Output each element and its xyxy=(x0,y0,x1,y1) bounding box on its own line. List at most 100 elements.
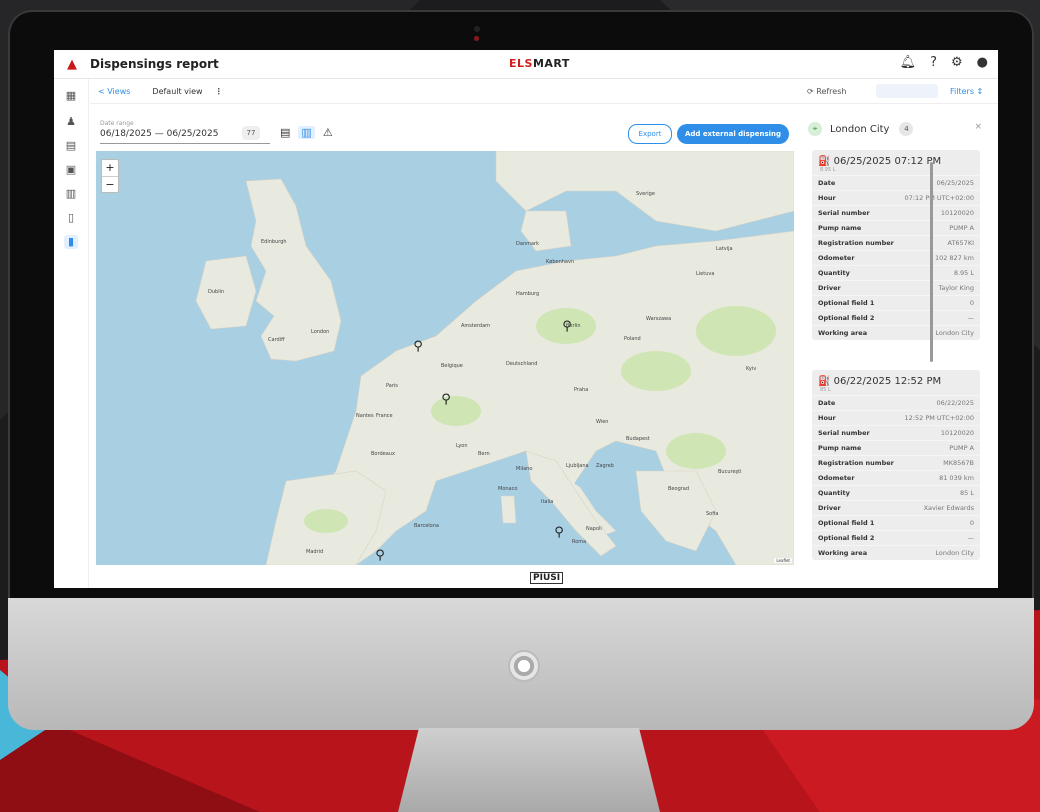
brand-icon[interactable]: ▲ xyxy=(54,57,90,72)
map-label: Amsterdam xyxy=(461,323,491,329)
reports-icon[interactable]: ▮ xyxy=(64,235,78,249)
add-external-dispensing-button[interactable]: Add external dispensing xyxy=(677,124,789,144)
map-label: Latvija xyxy=(716,246,733,252)
dispensing-card[interactable]: ⛽ 06/22/2025 12:52 PM 85 L Date 06/22/202… xyxy=(812,370,980,560)
map-pin-icon[interactable]: ⚲ xyxy=(439,392,453,414)
row-key: Date xyxy=(818,179,836,187)
logo-part-a: ELS xyxy=(509,57,533,70)
row-value: London City xyxy=(935,329,974,337)
map-label: Zagreb xyxy=(596,463,614,469)
map-view-icon[interactable]: ▥ xyxy=(298,126,315,139)
map-label: Napoli xyxy=(586,526,602,532)
gear-icon[interactable]: ⚙ xyxy=(951,55,963,70)
default-view-selector[interactable]: Default view xyxy=(152,87,202,96)
table-view-icon[interactable]: ▤ xyxy=(280,126,290,139)
row-key: Quantity xyxy=(818,489,850,497)
close-icon[interactable]: × xyxy=(974,122,982,132)
row-key: Working area xyxy=(818,329,868,337)
map-label: Bordeaux xyxy=(371,451,395,457)
map-label: Budapest xyxy=(626,436,650,442)
dispensing-card[interactable]: ⛽ 06/25/2025 07:12 PM 8.95 L Date 06/25/2… xyxy=(812,150,980,340)
panel-count-badge: 4 xyxy=(899,122,914,136)
more-icon[interactable]: ⋮ xyxy=(215,87,223,96)
row-value: 8.95 L xyxy=(953,269,974,277)
map-attribution[interactable]: Leaflet xyxy=(774,558,792,563)
card-row: Hour 12:52 PM UTC+02:00 xyxy=(812,410,980,425)
export-button[interactable]: Export xyxy=(628,124,672,144)
card-row: Hour 07:12 PM UTC+02:00 xyxy=(812,190,980,205)
card-row: Serial number 10120020 xyxy=(812,205,980,220)
map-label: Wien xyxy=(596,419,609,425)
map-pin-icon[interactable]: ⚲ xyxy=(411,339,425,361)
card-row: Driver Xavier Edwards xyxy=(812,500,980,515)
piusi-logo: PIUSI xyxy=(530,572,564,584)
row-value: 0 xyxy=(969,299,974,307)
panel-header: ⌖ London City 4 × xyxy=(802,116,988,142)
filters-button[interactable]: Filters ↕ xyxy=(950,87,983,96)
user-icon[interactable]: ● xyxy=(977,55,988,70)
date-range-badge[interactable]: 77 xyxy=(242,126,260,140)
card-datetime: 06/25/2025 07:12 PM xyxy=(833,156,942,167)
help-icon[interactable]: ? xyxy=(930,55,937,70)
sidebar: ▦ ♟ ▤ ▣ ▥ ▯ ▮ xyxy=(54,79,89,588)
refresh-button[interactable]: ⟳ Refresh xyxy=(807,87,846,96)
view-toggle: ▤ ▥ ⚠ xyxy=(280,126,333,139)
row-key: Odometer xyxy=(818,474,855,482)
card-title: ⛽ 06/25/2025 07:12 PM xyxy=(812,150,980,167)
map-label: Praha xyxy=(574,387,589,393)
map-label: Cardiff xyxy=(268,337,285,343)
row-key: Serial number xyxy=(818,429,870,437)
map-label: Madrid xyxy=(306,549,324,555)
pump-icon[interactable]: ▥ xyxy=(64,187,78,201)
row-key: Hour xyxy=(818,414,836,422)
person-icon[interactable]: ♟ xyxy=(64,115,78,129)
row-value: Xavier Edwards xyxy=(923,504,974,512)
camera-led xyxy=(474,36,479,41)
vehicle-icon[interactable]: ▤ xyxy=(64,139,78,153)
row-value: 07:12 PM UTC+02:00 xyxy=(904,194,974,202)
card-row: Optional field 2 — xyxy=(812,530,980,545)
row-value: PUMP A xyxy=(949,444,974,452)
sub-toolbar: < Views Default view ⋮ ⟳ Refresh Filters… xyxy=(90,79,998,104)
row-key: Driver xyxy=(818,284,841,292)
card-title: ⛽ 06/22/2025 12:52 PM xyxy=(812,370,980,387)
bell-icon[interactable]: 🔔︎ xyxy=(900,55,917,70)
map-pin-icon[interactable]: ⚲ xyxy=(552,525,566,547)
row-key: Registration number xyxy=(818,459,894,467)
card-row: Pump name PUMP A xyxy=(812,220,980,235)
zoom-out-button[interactable]: − xyxy=(102,176,118,193)
map-label: Monaco xyxy=(498,486,518,492)
map-label: København xyxy=(546,259,575,265)
dashboard-icon[interactable]: ▦ xyxy=(64,89,78,103)
map-pin-icon[interactable]: ⚲ xyxy=(373,548,387,565)
zoom-in-button[interactable]: + xyxy=(102,160,118,176)
card-row: Pump name PUMP A xyxy=(812,440,980,455)
map-label: Sverige xyxy=(636,191,655,197)
date-range-field[interactable]: Date range 06/18/2025 — 06/25/2025 77 xyxy=(100,120,270,144)
views-button[interactable]: < Views xyxy=(98,87,130,96)
panel-scrollbar[interactable] xyxy=(930,162,933,362)
map-label: Deutschland xyxy=(506,361,538,367)
row-value: MK8567B xyxy=(943,459,974,467)
document-icon[interactable]: ▣ xyxy=(64,163,78,177)
map[interactable]: + − ⚲ ⚲ ⚲ ⚲ ⚲ Edinburgh Dublin Cardiff L… xyxy=(96,151,794,565)
alert-view-icon[interactable]: ⚠ xyxy=(323,126,333,139)
map-label: Nantes xyxy=(356,413,374,419)
card-subtitle: 8.95 L xyxy=(820,167,836,173)
row-value: AT657KI xyxy=(947,239,975,247)
row-value: 102 827 km xyxy=(934,254,974,262)
map-label: Belgique xyxy=(441,363,463,369)
app-logo: ELSMART xyxy=(509,57,570,70)
row-value: 06/25/2025 xyxy=(936,179,974,187)
map-label: Milano xyxy=(516,466,533,472)
map-label: Barcelona xyxy=(414,523,439,529)
tank-icon[interactable]: ▯ xyxy=(64,211,78,225)
map-label: Sofia xyxy=(706,511,719,517)
card-row: Quantity 8.95 L xyxy=(812,265,980,280)
card-row: Date 06/22/2025 xyxy=(812,395,980,410)
row-key: Registration number xyxy=(818,239,894,247)
card-row: Date 06/25/2025 xyxy=(812,175,980,190)
saved-filter-pill[interactable] xyxy=(876,84,938,98)
map-label: Beograd xyxy=(668,486,690,492)
location-icon: ⌖ xyxy=(808,122,822,136)
